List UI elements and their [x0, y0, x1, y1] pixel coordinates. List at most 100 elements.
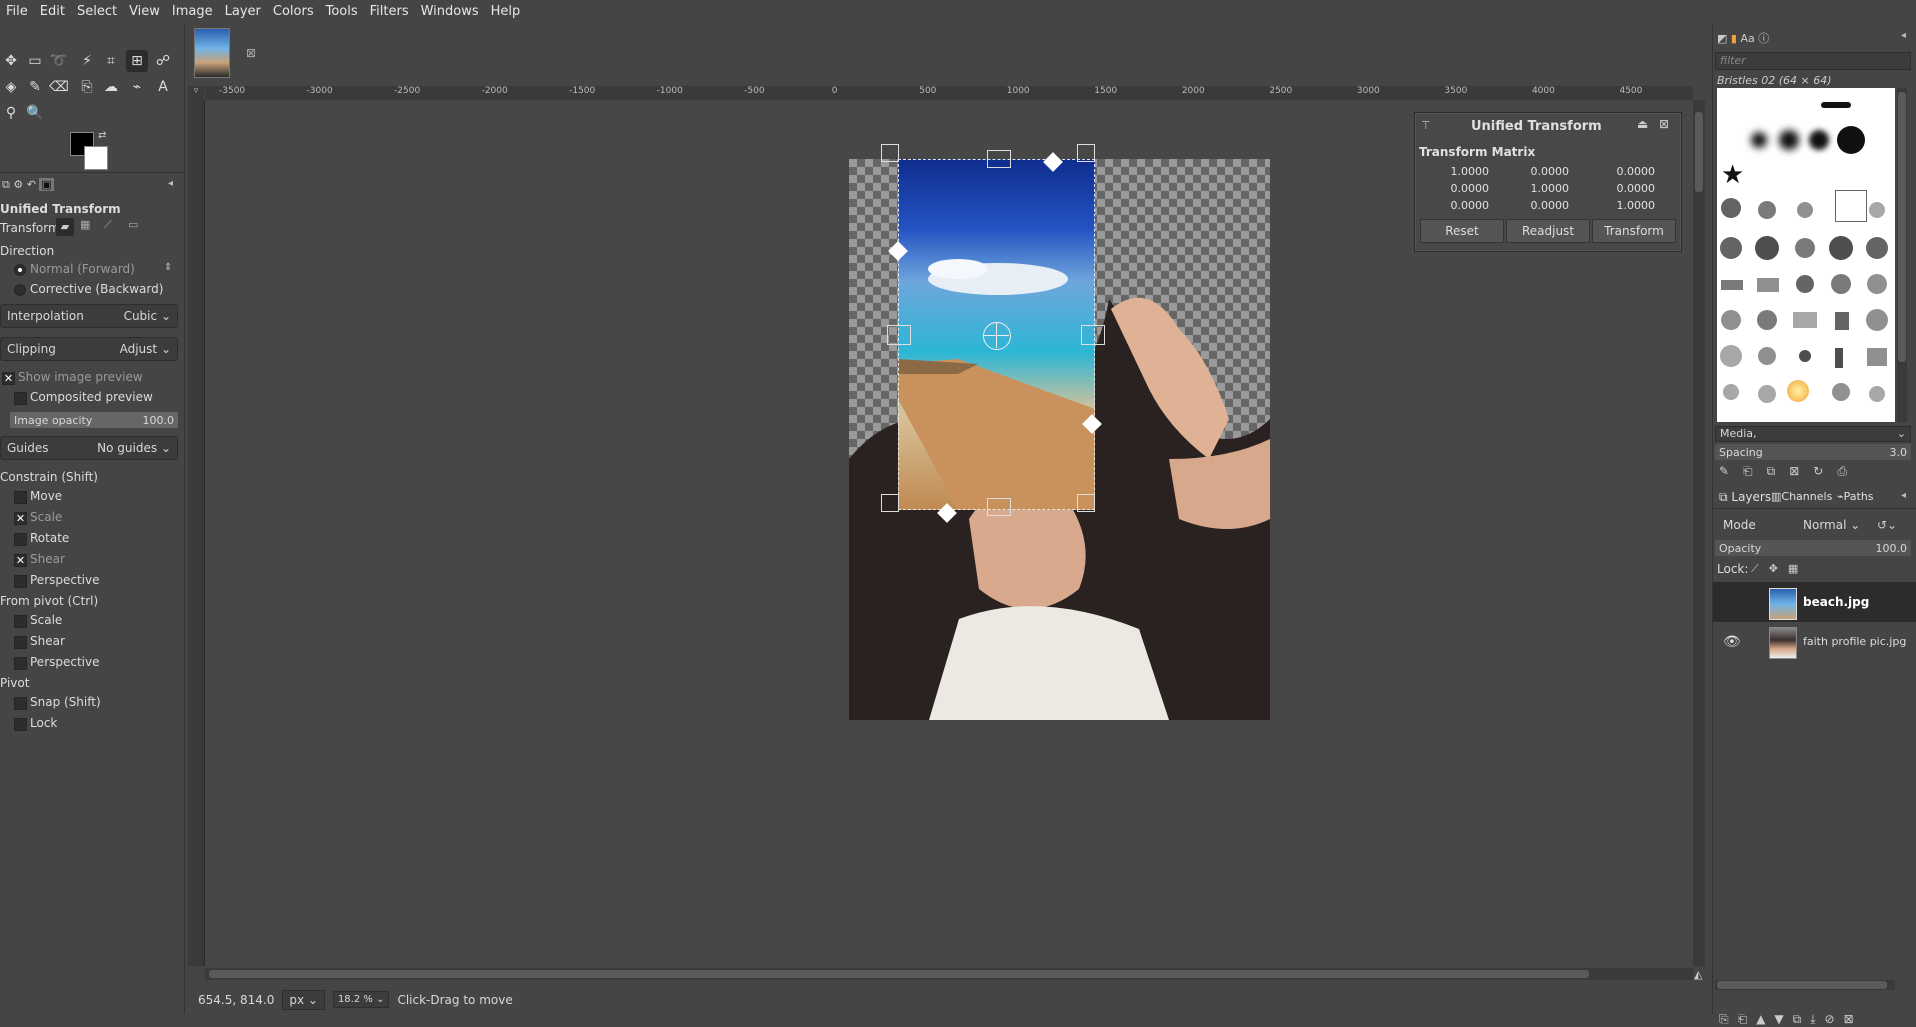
image-opacity-slider[interactable]: Image opacity 100.0 — [10, 412, 178, 428]
navigate-icon[interactable]: ◭ — [1694, 968, 1702, 981]
transform-selection-icon[interactable]: ▦ — [80, 218, 90, 231]
readjust-button[interactable]: Readjust — [1506, 219, 1590, 243]
menu-image[interactable]: Image — [166, 0, 219, 24]
brush-tag-combo[interactable]: Media, ⌄ — [1715, 426, 1911, 442]
corner-handle-tl[interactable] — [881, 144, 899, 162]
crop-tool-icon[interactable]: ⌗ — [100, 50, 122, 72]
spacing-slider[interactable]: Spacing 3.0 — [1715, 444, 1911, 460]
move-tool-icon[interactable]: ✥ — [0, 50, 22, 72]
guides-combo[interactable]: Guides No guides ⌄ — [0, 436, 178, 460]
configure-tab-icon[interactable]: ◂ — [168, 178, 173, 189]
brushes-tab-icon[interactable]: ◩ ▮ Aa ⓘ — [1717, 30, 1769, 46]
layer-row[interactable]: 👁 faith profile pic.jpg — [1713, 622, 1916, 662]
transform-path-icon[interactable]: ⟋ — [104, 218, 112, 232]
horizontal-scrollbar-thumb[interactable] — [209, 970, 1589, 978]
opacity-slider[interactable]: Opacity 100.0 — [1715, 540, 1911, 556]
warp-tool-icon[interactable]: ☍ — [152, 50, 174, 72]
unit-select[interactable]: px ⌄ — [282, 989, 325, 1010]
lock-icons[interactable]: ⟋✥▦ — [1751, 562, 1808, 576]
rect-select-tool-icon[interactable]: ▭ — [24, 50, 46, 72]
tab-layers[interactable]: ⧉ Layers — [1719, 490, 1771, 505]
tool-options-tab-icon[interactable]: ⧉ ⚙ ↶ ▣ — [2, 178, 54, 192]
paintbrush-tool-icon[interactable]: ✎ — [24, 76, 46, 98]
show-preview-checkbox[interactable]: ✕ — [2, 372, 15, 385]
direction-backward-radio[interactable] — [14, 284, 26, 296]
text-tool-icon[interactable]: A — [152, 76, 174, 98]
layers-hscroll-thumb[interactable] — [1717, 981, 1887, 989]
configure-tab-icon[interactable]: ◂ — [1901, 490, 1906, 501]
color-picker-tool-icon[interactable]: ⚲ — [0, 102, 22, 124]
layer-name[interactable]: faith profile pic.jpg — [1803, 635, 1916, 648]
swap-colors-icon[interactable]: ⇄ — [98, 130, 106, 141]
brush-grid-scrollbar[interactable] — [1897, 88, 1907, 422]
quick-mask-icon[interactable]: ▿ — [188, 86, 204, 100]
corner-handle-tr[interactable] — [1077, 144, 1095, 162]
layer-row[interactable]: beach.jpg — [1713, 582, 1916, 622]
constrain-scale-checkbox[interactable]: ✕ — [14, 512, 27, 525]
brush-grid-scrollbar-thumb[interactable] — [1898, 92, 1906, 362]
constrain-shear-checkbox[interactable]: ✕ — [14, 554, 27, 567]
menu-windows[interactable]: Windows — [415, 0, 485, 24]
constrain-perspective-checkbox[interactable] — [14, 575, 27, 588]
lasso-tool-icon[interactable]: ➰ — [48, 50, 70, 72]
direction-forward-radio[interactable] — [14, 264, 26, 276]
unified-transform-tool-icon[interactable]: ⊞ — [126, 50, 148, 72]
pivot-lock-checkbox[interactable] — [14, 718, 27, 731]
background-color-swatch[interactable] — [84, 146, 108, 170]
menu-layer[interactable]: Layer — [219, 0, 267, 24]
menu-edit[interactable]: Edit — [34, 0, 71, 24]
pivot-perspective-checkbox[interactable] — [14, 657, 27, 670]
menu-view[interactable]: View — [123, 0, 166, 24]
constrain-move-checkbox[interactable] — [14, 491, 27, 504]
menu-file[interactable]: File — [0, 0, 34, 24]
menu-tools[interactable]: Tools — [320, 0, 364, 24]
layer-actions-icon[interactable]: ⎘⎗▲▼⧉⤓⊘⊠ — [1719, 1012, 1863, 1027]
corner-handle-br[interactable] — [1077, 494, 1095, 512]
brush-thumb[interactable] — [1837, 126, 1865, 154]
pivot-snap-checkbox[interactable] — [14, 697, 27, 710]
transform-image-icon[interactable]: ▭ — [128, 218, 138, 231]
brush-thumb[interactable] — [1821, 102, 1851, 108]
brush-thumb[interactable] — [1809, 130, 1829, 150]
vertical-scrollbar-thumb[interactable] — [1695, 112, 1703, 192]
pivot-handle[interactable] — [983, 322, 1011, 350]
image-tab[interactable] — [194, 28, 234, 78]
edge-handle-right[interactable] — [1081, 325, 1105, 345]
reset-button[interactable]: Reset — [1420, 219, 1504, 243]
brush-filter-input[interactable]: filter — [1715, 52, 1911, 70]
mode-reset-icon[interactable]: ↺⌄ — [1877, 518, 1897, 532]
paths-tool-icon[interactable]: ⌁ — [126, 76, 148, 98]
ruler-vertical[interactable] — [188, 100, 205, 966]
smudge-tool-icon[interactable]: ☁ — [100, 76, 122, 98]
menu-colors[interactable]: Colors — [267, 0, 320, 24]
transform-button[interactable]: Transform — [1592, 219, 1676, 243]
interpolation-combo[interactable]: Interpolation Cubic ⌄ — [0, 304, 178, 328]
pin-icon[interactable]: ⏏ — [1637, 117, 1648, 131]
mode-combo[interactable]: Normal ⌄ — [1803, 518, 1860, 532]
tab-paths[interactable]: ⌁Paths — [1837, 490, 1874, 503]
zoom-tool-icon[interactable]: 🔍 — [24, 102, 46, 124]
constrain-rotate-checkbox[interactable] — [14, 533, 27, 546]
corner-handle-bl[interactable] — [881, 494, 899, 512]
brush-actions-icon[interactable]: ✎⎗⧉⊠↻⎙ — [1719, 464, 1861, 479]
brush-thumb[interactable] — [1751, 132, 1767, 148]
transform-layer-icon[interactable]: ▰ — [56, 218, 74, 236]
close-icon[interactable]: ⊠ — [1659, 117, 1669, 131]
pivot-scale-checkbox[interactable] — [14, 615, 27, 628]
fuzzy-select-tool-icon[interactable]: ⚡ — [76, 50, 98, 72]
zoom-select[interactable]: 18.2 % ⌄ — [332, 991, 390, 1008]
visibility-eye-icon[interactable]: 👁 — [1723, 634, 1741, 650]
close-tab-icon[interactable]: ⊠ — [246, 46, 256, 60]
tab-channels[interactable]: ▥Channels — [1771, 490, 1832, 503]
menu-filters[interactable]: Filters — [364, 0, 415, 24]
layer-name[interactable]: beach.jpg — [1803, 595, 1869, 609]
ruler-horizontal[interactable]: -3500 -3000 -2500 -2000 -1500 -1000 -500 0 500 10… — [205, 86, 1693, 101]
pivot-shear-checkbox[interactable] — [14, 636, 27, 649]
eraser-tool-icon[interactable]: ⌫ — [48, 76, 70, 98]
composited-preview-checkbox[interactable] — [14, 392, 27, 405]
menu-select[interactable]: Select — [71, 0, 123, 24]
layers-hscroll[interactable] — [1715, 980, 1895, 990]
vertical-scrollbar[interactable] — [1693, 100, 1705, 966]
edge-handle-left[interactable] — [887, 325, 911, 345]
clone-tool-icon[interactable]: ⎘ — [76, 76, 98, 98]
